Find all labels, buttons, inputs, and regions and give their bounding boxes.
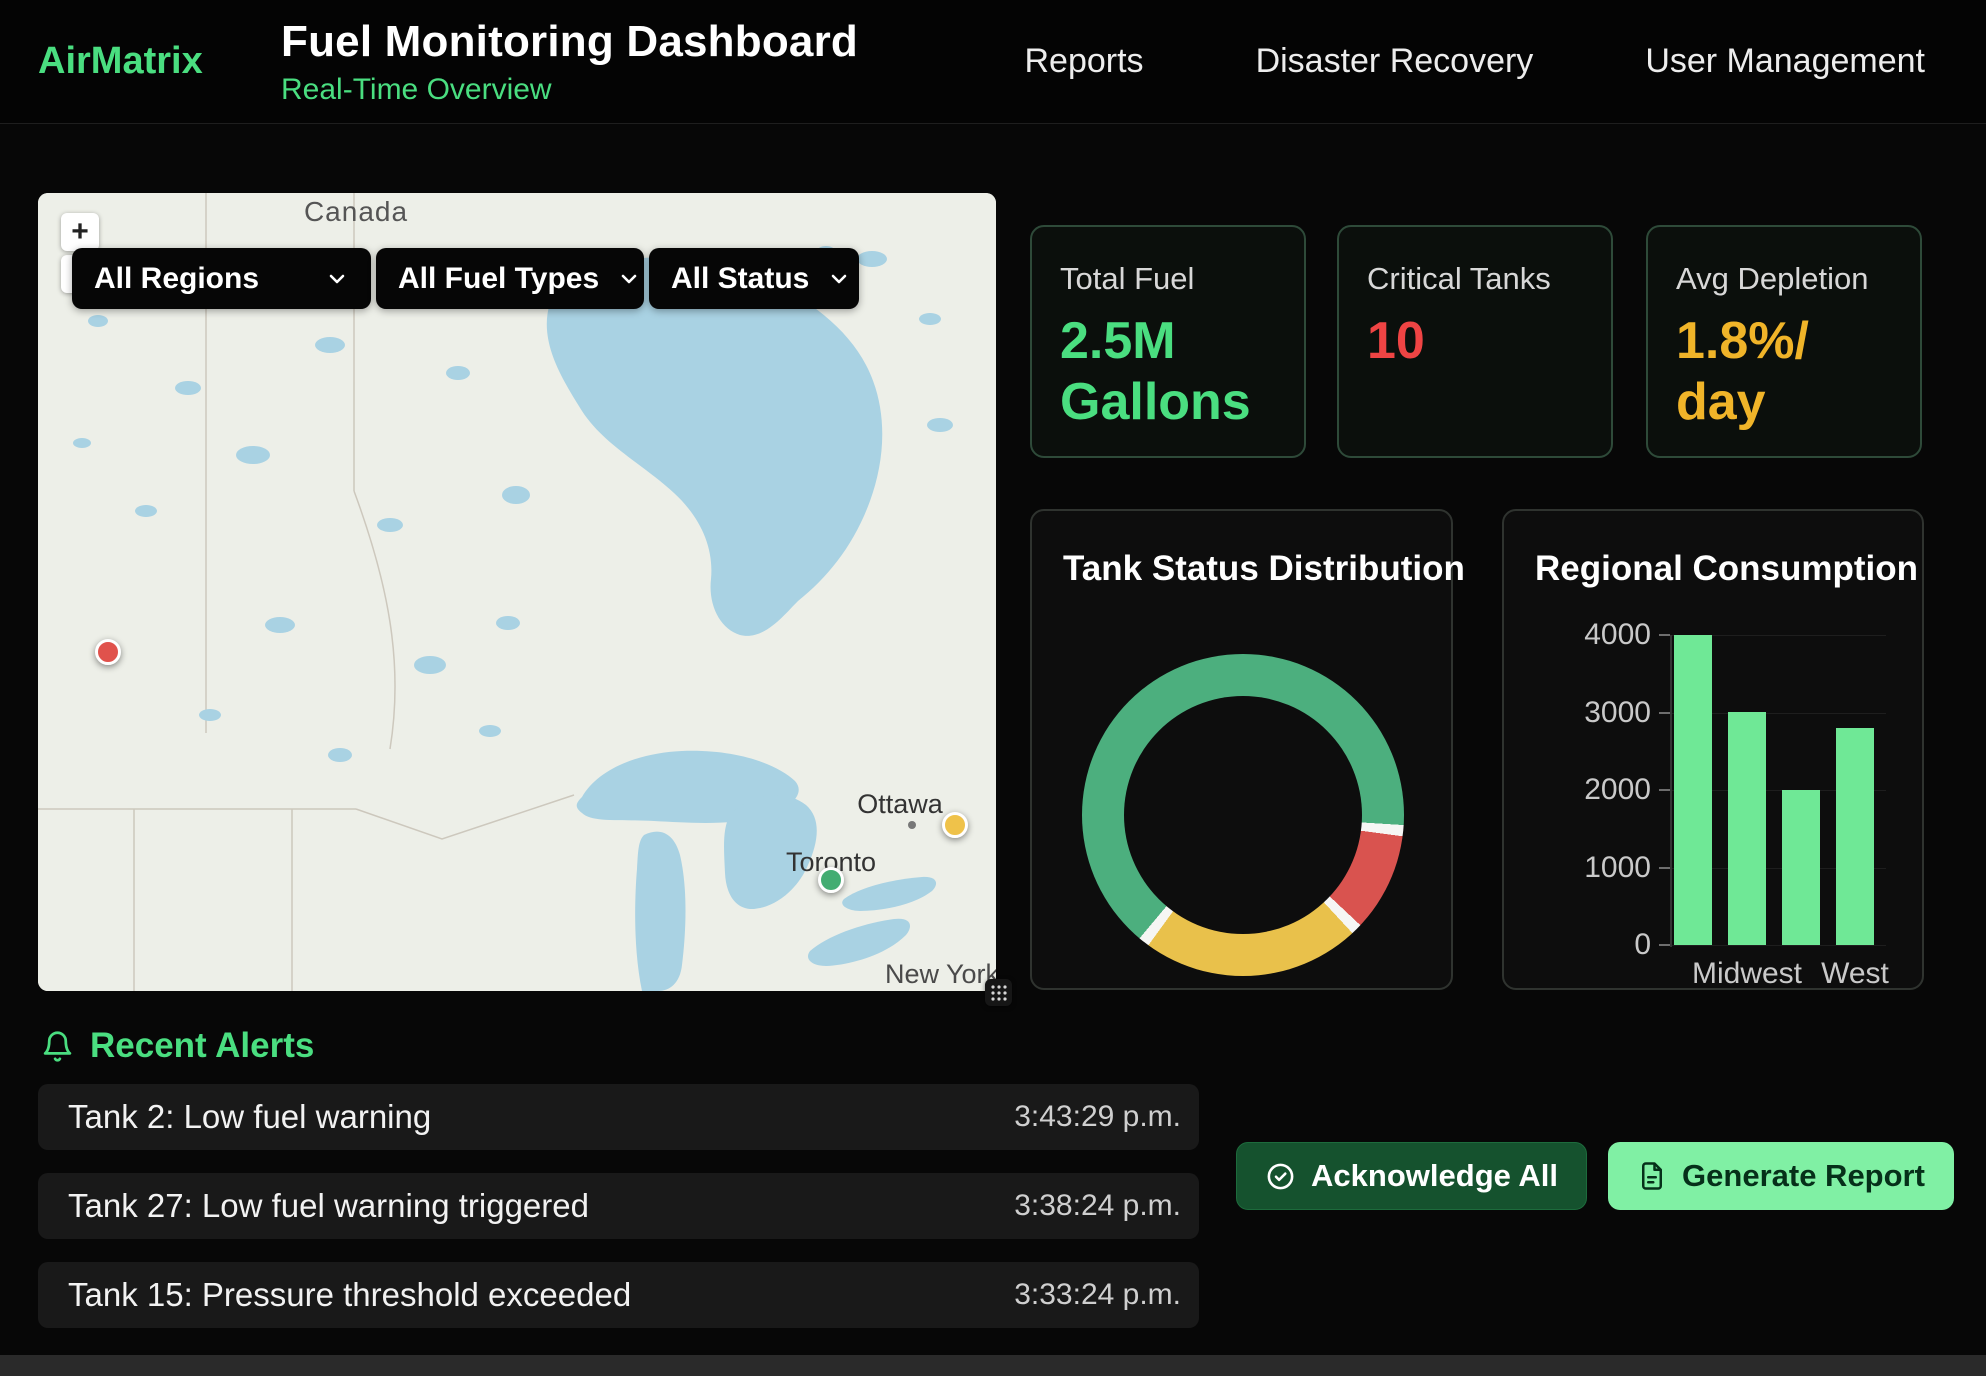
stat-label: Total Fuel bbox=[1060, 261, 1276, 297]
stat-card-avg-depletion: Avg Depletion 1.8%/ day bbox=[1646, 225, 1922, 458]
bell-icon bbox=[41, 1030, 74, 1063]
consumption-bar[interactable] bbox=[1728, 712, 1766, 945]
map-marker-critical[interactable] bbox=[95, 639, 121, 665]
recent-alerts-header: Recent Alerts bbox=[41, 1026, 314, 1066]
map-marker-normal[interactable] bbox=[818, 867, 844, 893]
fuel-monitoring-dashboard: AirMatrix Fuel Monitoring Dashboard Real… bbox=[0, 0, 1986, 1376]
page-subtitle: Real-Time Overview bbox=[281, 73, 858, 107]
chevron-down-icon bbox=[827, 267, 851, 291]
consumption-bar[interactable] bbox=[1836, 728, 1874, 945]
stat-value: 2.5M Gallons bbox=[1060, 311, 1276, 434]
tank-status-card: Tank Status Distribution bbox=[1030, 509, 1453, 990]
x-tick-label: West bbox=[1821, 957, 1889, 991]
nav-reports[interactable]: Reports bbox=[1025, 42, 1144, 81]
acknowledge-all-button[interactable]: Acknowledge All bbox=[1236, 1142, 1587, 1210]
alert-message: Tank 2: Low fuel warning bbox=[68, 1098, 431, 1136]
y-tick-label: 0 bbox=[1634, 928, 1651, 962]
bottom-bar bbox=[0, 1355, 1986, 1376]
acknowledge-all-label: Acknowledge All bbox=[1311, 1158, 1558, 1194]
y-axis-line bbox=[1670, 635, 1672, 947]
regional-bars bbox=[1674, 635, 1886, 945]
stat-label: Avg Depletion bbox=[1676, 261, 1892, 297]
title-block: Fuel Monitoring Dashboard Real-Time Over… bbox=[281, 17, 858, 107]
y-tick-label: 3000 bbox=[1584, 696, 1651, 730]
ottawa-city-dot bbox=[908, 821, 916, 829]
status-filter-select[interactable]: All Status bbox=[649, 248, 859, 309]
consumption-bar[interactable] bbox=[1782, 790, 1820, 945]
stat-label: Critical Tanks bbox=[1367, 261, 1583, 297]
alert-time: 3:43:29 p.m. bbox=[1014, 1100, 1181, 1134]
check-circle-icon bbox=[1265, 1161, 1296, 1192]
map-panel[interactable]: Canada Ottawa Toronto New York + All Reg… bbox=[38, 193, 996, 991]
regional-consumption-card: Regional Consumption 4000 3000 2000 1000 0 M… bbox=[1502, 509, 1924, 990]
map-canvas[interactable]: Canada Ottawa Toronto New York bbox=[38, 193, 996, 991]
tank-status-donut[interactable] bbox=[1082, 654, 1404, 976]
map-label-ottawa: Ottawa bbox=[857, 789, 944, 819]
stat-value: 1.8%/ day bbox=[1676, 311, 1892, 434]
recent-alerts-title: Recent Alerts bbox=[90, 1026, 314, 1066]
donut-hole bbox=[1124, 696, 1362, 934]
stat-card-critical-tanks: Critical Tanks 10 bbox=[1337, 225, 1613, 458]
header: AirMatrix Fuel Monitoring Dashboard Real… bbox=[0, 0, 1986, 124]
page-title: Fuel Monitoring Dashboard bbox=[281, 17, 858, 67]
alert-time: 3:38:24 p.m. bbox=[1014, 1189, 1181, 1223]
y-tick-label: 2000 bbox=[1584, 773, 1651, 807]
alert-message: Tank 27: Low fuel warning triggered bbox=[68, 1187, 589, 1225]
nav-user-management[interactable]: User Management bbox=[1645, 42, 1925, 81]
y-tick-label: 1000 bbox=[1584, 851, 1651, 885]
generate-report-button[interactable]: Generate Report bbox=[1608, 1142, 1954, 1210]
fuel-type-filter-select[interactable]: All Fuel Types bbox=[376, 248, 644, 309]
app-logo: AirMatrix bbox=[38, 40, 203, 83]
generate-report-label: Generate Report bbox=[1682, 1158, 1925, 1194]
chevron-down-icon bbox=[325, 267, 349, 291]
alert-time: 3:33:24 p.m. bbox=[1014, 1278, 1181, 1312]
main-nav: Reports Disaster Recovery User Managemen… bbox=[1025, 42, 1926, 81]
nav-disaster-recovery[interactable]: Disaster Recovery bbox=[1256, 42, 1534, 81]
zoom-in-button[interactable]: + bbox=[61, 213, 99, 251]
region-filter-value: All Regions bbox=[94, 262, 259, 296]
map-filter-bar: All Regions All Fuel Types All Status bbox=[72, 248, 859, 309]
y-tick-label: 4000 bbox=[1584, 618, 1651, 652]
report-document-icon bbox=[1637, 1161, 1667, 1191]
map-marker-warning[interactable] bbox=[942, 812, 968, 838]
consumption-bar[interactable] bbox=[1674, 635, 1712, 945]
stat-card-total-fuel: Total Fuel 2.5M Gallons bbox=[1030, 225, 1306, 458]
alert-row[interactable]: Tank 15: Pressure threshold exceeded 3:3… bbox=[38, 1262, 1199, 1328]
chevron-down-icon bbox=[617, 267, 641, 291]
alert-row[interactable]: Tank 27: Low fuel warning triggered 3:38… bbox=[38, 1173, 1199, 1239]
regional-consumption-title: Regional Consumption bbox=[1535, 549, 1918, 589]
stat-value: 10 bbox=[1367, 311, 1583, 372]
region-filter-select[interactable]: All Regions bbox=[72, 248, 371, 309]
alert-row[interactable]: Tank 2: Low fuel warning 3:43:29 p.m. bbox=[38, 1084, 1199, 1150]
resize-grip-icon[interactable] bbox=[985, 979, 1012, 1006]
status-filter-value: All Status bbox=[671, 262, 809, 296]
map-label-canada: Canada bbox=[304, 196, 408, 227]
tank-status-title: Tank Status Distribution bbox=[1063, 549, 1465, 589]
map-label-new-york: New York bbox=[885, 959, 996, 989]
x-tick-label: Midwest bbox=[1692, 957, 1802, 991]
alert-message: Tank 15: Pressure threshold exceeded bbox=[68, 1276, 631, 1314]
fuel-type-filter-value: All Fuel Types bbox=[398, 262, 599, 296]
